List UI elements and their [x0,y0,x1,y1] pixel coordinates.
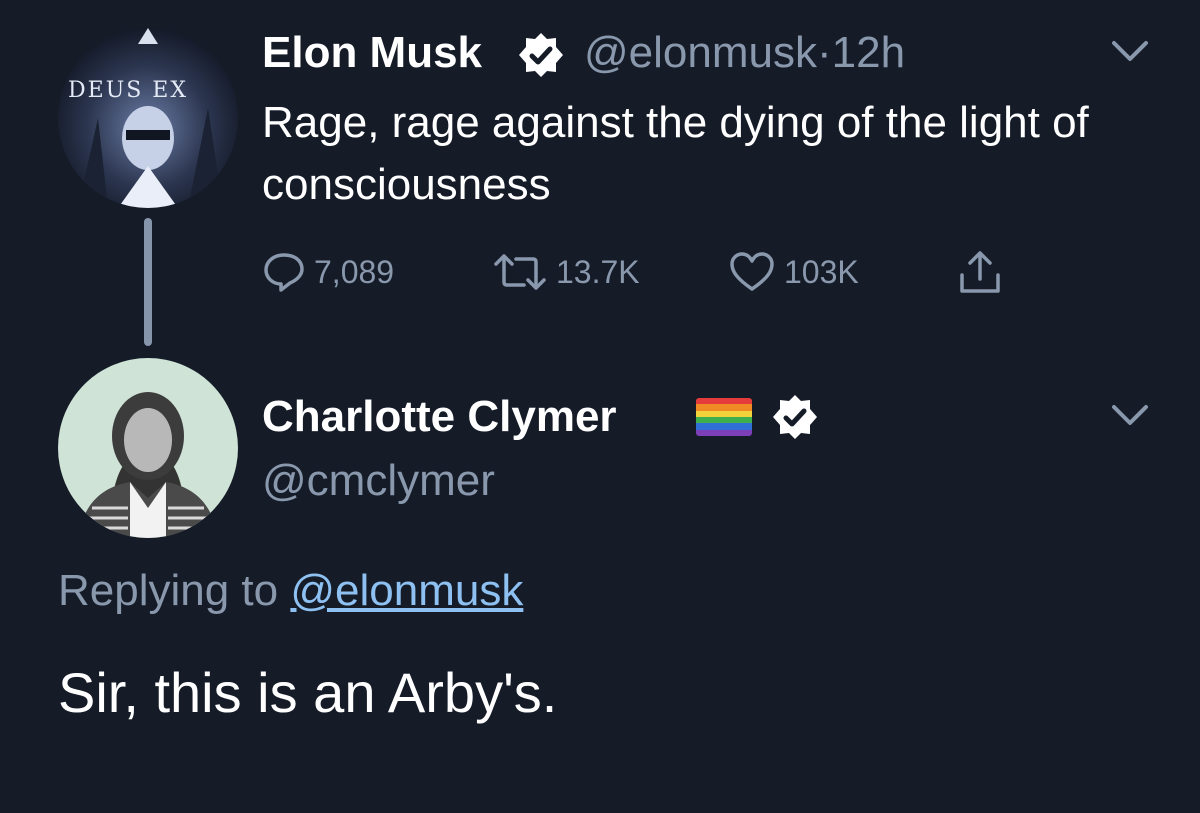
tweet-thread: DEUS EX Elon Musk @elonmusk·12h Rage, ra… [0,0,1200,813]
tweet-text: Rage, rage against the dying of the ligh… [262,98,1089,209]
elonmusk-avatar[interactable]: DEUS EX [58,28,238,208]
reply-author-handle[interactable]: @cmclymer [262,456,495,506]
tweet-author-handle[interactable]: @elonmusk [584,28,817,77]
replying-to-link[interactable]: @elonmusk [290,566,523,615]
share-icon [960,251,1000,293]
tweet-author-name[interactable]: Elon Musk [262,28,482,78]
retweet-count: 13.7K [556,253,640,290]
replying-to-label: Replying to [58,566,279,615]
cmclymer-avatar[interactable] [58,358,238,538]
retweet-icon [494,254,546,290]
verified-badge-icon [519,33,563,77]
verified-badge-icon [773,395,817,439]
like-action[interactable]: 103K [728,250,859,294]
avatar-logo-text: DEUS EX [68,78,189,103]
heart-icon [730,252,774,291]
share-action[interactable] [956,250,1012,294]
like-count: 103K [784,253,859,290]
reply-icon [264,253,304,292]
chevron-down-icon[interactable] [1110,402,1150,428]
replying-to: Replying to @elonmusk [58,566,523,616]
chevron-down-icon[interactable] [1110,38,1150,64]
tweet-time[interactable]: 12h [832,28,905,77]
meta-separator: · [816,28,832,77]
rainbow-flag-icon [696,398,752,436]
avatar-artwork [78,28,223,208]
tweet-meta: @elonmusk·12h [584,28,905,78]
reply-action[interactable]: 7,089 [262,250,394,294]
thread-connector-line [144,218,152,346]
reply-count: 7,089 [314,253,395,290]
retweet-action[interactable]: 13.7K [492,250,640,294]
avatar-photo [78,392,218,538]
reply-text: Sir, this is an Arby's. [58,661,558,724]
reply-author-name[interactable]: Charlotte Clymer [262,392,617,442]
